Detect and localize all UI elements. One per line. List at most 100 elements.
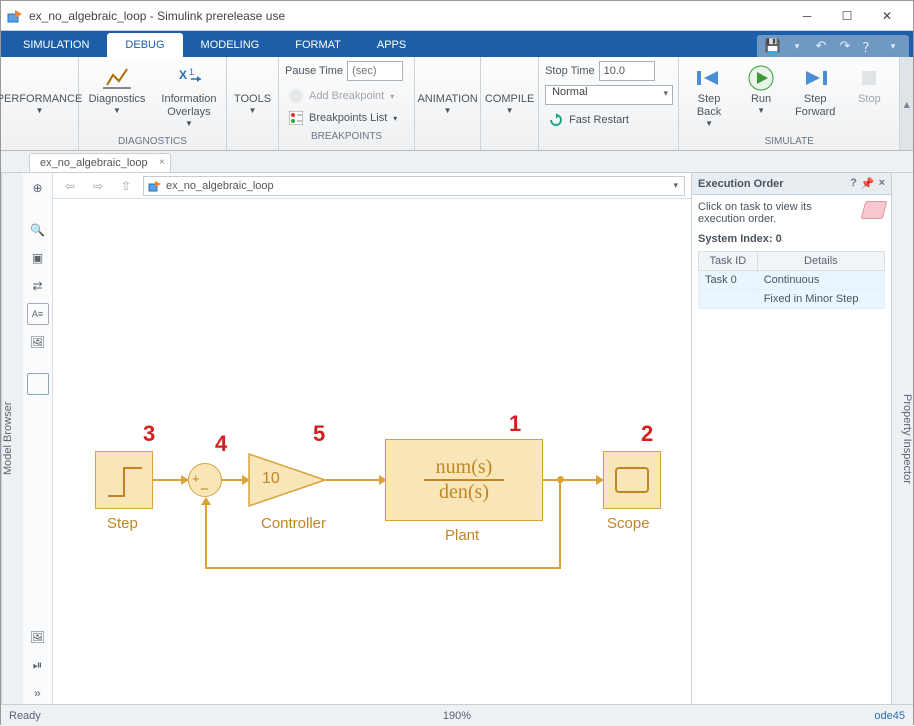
block-gain[interactable]: 10 [248,453,326,507]
app-icon [7,8,23,24]
breakpoints-list-label: Breakpoints List [309,112,387,124]
block-scope[interactable] [603,451,661,509]
zoom-icon[interactable]: 🔍 [27,219,49,241]
panel-pin-icon[interactable]: 📌 [861,177,875,190]
add-breakpoint-button[interactable]: Add Breakpoint ▾ [285,85,398,107]
nav-back-icon[interactable]: ⇦ [59,176,81,196]
table-row[interactable]: Task 0Continuous [699,271,885,290]
fit-icon[interactable]: ▣ [27,247,49,269]
canvas[interactable]: Step 3 + − 4 10 Controller 5 num(s) den(… [53,199,691,704]
close-button[interactable]: ✕ [867,2,907,30]
redo-icon[interactable]: ↷ [837,38,853,54]
save-icon[interactable]: 💾 [765,38,781,54]
undo-icon[interactable]: ↶ [813,38,829,54]
run-button[interactable]: Run▼ [737,61,785,119]
pause-time-input[interactable] [347,61,403,81]
col-details: Details [757,252,884,271]
step-back-button[interactable]: Step Back▼ [685,61,733,132]
annotation-icon[interactable]: A≡ [27,303,49,325]
stop-label: Stop [858,93,881,106]
nav-forward-icon[interactable]: ⇨ [87,176,109,196]
screenshot-icon[interactable]: 🖼 [27,626,49,648]
fast-restart-icon [549,113,563,127]
diagnostics-button[interactable]: Diagnostics ▼ [83,61,152,119]
toolstrip-collapse-button[interactable]: ▴ [900,57,913,150]
system-index-label: System Index: 0 [698,233,885,245]
step-back-label: Step Back [697,93,721,119]
sample-time-icon[interactable]: ⇄ [27,275,49,297]
order-5: 5 [313,421,325,447]
status-solver[interactable]: ode45 [874,710,905,722]
info-overlays-button[interactable]: X1 Information Overlays ▼ [155,61,222,132]
breadcrumb-text: ex_no_algebraic_loop [166,180,274,192]
block-step-label: Step [107,515,138,532]
close-tab-icon[interactable]: × [159,157,165,168]
document-tab[interactable]: ex_no_algebraic_loop × [29,153,171,172]
performance-button[interactable]: PERFORMANCE ▼ [0,61,88,119]
group-diagnostics-label: DIAGNOSTICS [85,134,220,150]
block-sum[interactable]: + − [188,463,222,497]
col-taskid: Task ID [699,252,758,271]
viewmark-icon[interactable] [27,373,49,395]
breakpoints-list-button[interactable]: Breakpoints List ▾ [285,107,401,129]
compile-button[interactable]: COMPILE▼ [479,61,541,119]
fast-restart-button[interactable]: Fast Restart [545,109,633,131]
step-forward-icon [800,65,830,91]
tab-modeling[interactable]: MODELING [183,33,278,57]
expand-icon[interactable]: » [27,682,49,704]
step-back-icon [694,65,724,91]
tab-apps[interactable]: APPS [359,33,424,57]
step-forward-button[interactable]: Step Forward [789,61,841,123]
minimize-button[interactable]: ─ [787,2,827,30]
document-tab-label: ex_no_algebraic_loop [40,157,148,169]
panel-close-icon[interactable]: × [879,177,885,190]
hide-browser-icon[interactable]: ⊕ [27,177,49,199]
animation-label: ANIMATION [417,93,477,106]
block-step[interactable] [95,451,153,509]
breadcrumb: ⇦ ⇨ ⇧ ex_no_algebraic_loop [53,173,691,199]
step-forward-label: Step Forward [795,93,835,119]
breadcrumb-path[interactable]: ex_no_algebraic_loop [143,176,685,196]
run-icon [746,65,776,91]
fast-restart-label: Fast Restart [569,114,629,126]
clear-highlight-button[interactable] [861,201,888,219]
table-row[interactable]: Fixed in Minor Step [699,290,885,309]
performance-label: PERFORMANCE [0,93,82,106]
info-overlays-icon: X1 [175,65,203,91]
quick-access: 💾 ▾ ↶ ↷ ？ ▾ [757,35,909,57]
tools-button[interactable]: TOOLS ▼ [228,61,277,119]
panel-help-icon[interactable]: ? [850,177,857,190]
record-icon[interactable]: ⏯ [27,654,49,676]
info-overlays-label: Information Overlays [161,93,216,119]
titlebar: ex_no_algebraic_loop - Simulink prerelea… [1,1,913,31]
help-icon[interactable]: ？ [861,38,877,54]
simulation-mode-dropdown[interactable]: Normal [545,85,673,105]
help-dropdown-icon[interactable]: ▾ [885,38,901,54]
stop-button[interactable]: Stop [845,61,893,110]
window-title: ex_no_algebraic_loop - Simulink prerelea… [29,9,787,23]
tab-simulation[interactable]: SIMULATION [5,33,107,57]
block-scope-label: Scope [607,515,650,532]
block-plant[interactable]: num(s) den(s) [385,439,543,521]
animation-button[interactable]: ANIMATION▼ [411,61,483,119]
status-zoom[interactable]: 190% [443,710,471,722]
tab-format[interactable]: FORMAT [277,33,359,57]
order-2: 2 [641,421,653,447]
breakpoints-list-icon [289,111,303,125]
document-tabs: ex_no_algebraic_loop × [1,151,913,173]
stop-time-input[interactable] [599,61,655,81]
diagnostics-icon [103,65,131,91]
nav-up-icon[interactable]: ⇧ [115,176,137,196]
add-breakpoint-icon [289,89,303,103]
toolstrip: PERFORMANCE ▼ Diagnostics ▼ X1 Informati… [1,57,913,151]
status-bar: Ready 190% ode45 [1,704,913,726]
image-icon[interactable]: 🖼 [27,331,49,353]
group-breakpoints-label: BREAKPOINTS [285,129,408,145]
canvas-wrap: ⇦ ⇨ ⇧ ex_no_algebraic_loop Step 3 + − 4 [53,173,691,704]
maximize-button[interactable]: ☐ [827,2,867,30]
property-inspector-sidebar[interactable]: Property Inspector [891,173,913,704]
tab-debug[interactable]: DEBUG [107,33,182,57]
compile-label: COMPILE [485,93,535,106]
model-browser-sidebar[interactable]: Model Browser [1,173,23,704]
save-dropdown-icon[interactable]: ▾ [789,38,805,54]
